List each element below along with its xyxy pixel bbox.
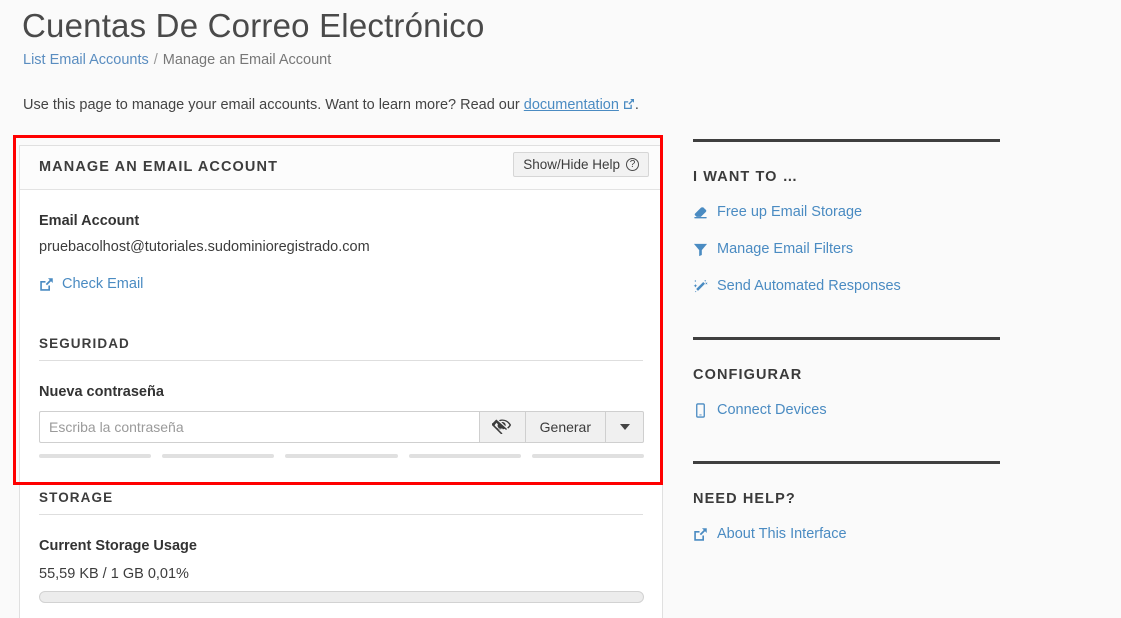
new-password-input[interactable] [39, 411, 479, 443]
sidebar-divider [693, 337, 1000, 340]
new-password-label: Nueva contraseña [39, 384, 164, 400]
sidebar-item-free-up-email-storage[interactable]: Free up Email Storage [693, 202, 1000, 222]
show-hide-help-button[interactable]: Show/Hide Help ? [513, 152, 649, 177]
current-storage-usage-label: Current Storage Usage [39, 538, 197, 554]
strength-segment [408, 454, 521, 458]
breadcrumb-separator: / [153, 52, 158, 68]
sidebar-item-connect-devices[interactable]: Connect Devices [693, 400, 1000, 420]
sidebar-item-label[interactable]: Manage Email Filters [717, 239, 853, 259]
magic-wand-icon [693, 279, 708, 294]
toggle-password-visibility-button[interactable] [478, 411, 526, 443]
sidebar-group-configurar: CONFIGURAR Connect Devices [693, 337, 1000, 420]
page-root: Cuentas De Correo Electrónico List Email… [0, 0, 1121, 618]
chevron-down-icon [619, 424, 630, 430]
filter-icon [693, 242, 708, 257]
check-email-row: Check Email [39, 274, 643, 294]
sidebar-item-about-this-interface[interactable]: About This Interface [693, 524, 1000, 544]
manage-email-account-panel: MANAGE AN EMAIL ACCOUNT Show/Hide Help ?… [19, 145, 663, 618]
sidebar-item-manage-email-filters[interactable]: Manage Email Filters [693, 239, 1000, 259]
sidebar-item-label[interactable]: About This Interface [717, 524, 847, 544]
external-link-icon [39, 277, 54, 292]
external-link-icon [693, 527, 708, 542]
sidebar-item-send-automated-responses[interactable]: Send Automated Responses [693, 276, 1000, 296]
generate-password-label: Generar [539, 419, 591, 435]
show-hide-help-label: Show/Hide Help [523, 157, 620, 172]
sidebar-group-title: I WANT TO … [693, 169, 799, 185]
panel-spacer [39, 458, 643, 490]
sidebar-group-i-want-to: I WANT TO … Free up Email Storage Manage… [693, 139, 1000, 296]
panel-title: MANAGE AN EMAIL ACCOUNT [39, 159, 279, 175]
eye-slash-icon [487, 416, 513, 439]
intro-text: Use this page to manage your email accou… [23, 96, 639, 115]
password-strength-meter [39, 454, 645, 458]
sidebar: I WANT TO … Free up Email Storage Manage… [693, 139, 1000, 544]
storage-progress-bar [39, 591, 644, 603]
sidebar-item-label[interactable]: Send Automated Responses [717, 276, 901, 296]
password-input-group: Generar [39, 411, 644, 443]
sidebar-group-need-help: NEED HELP? About This Interface [693, 461, 1000, 544]
strength-segment [285, 454, 398, 458]
sidebar-group-title: CONFIGURAR [693, 367, 803, 383]
storage-section-title: STORAGE [39, 490, 643, 515]
security-section-title: SEGURIDAD [39, 336, 643, 361]
sidebar-group-title: NEED HELP? [693, 491, 796, 507]
panel-body: Email Account pruebacolhost@tutoriales.s… [20, 212, 662, 618]
strength-segment [39, 454, 152, 458]
sidebar-item-label[interactable]: Connect Devices [717, 400, 827, 420]
breadcrumb: List Email Accounts / Manage an Email Acco… [23, 51, 331, 70]
intro-text-before: Use this page to manage your email accou… [23, 97, 520, 113]
documentation-link[interactable]: documentation [524, 97, 619, 113]
current-storage-usage-value: 55,59 KB / 1 GB 0,01% [39, 566, 189, 582]
breadcrumb-current: Manage an Email Account [162, 52, 332, 68]
sidebar-item-label[interactable]: Free up Email Storage [717, 202, 862, 222]
mobile-device-icon [693, 402, 708, 418]
email-account-value: pruebacolhost@tutoriales.sudominioregist… [39, 239, 370, 255]
strength-segment [162, 454, 275, 458]
check-email-link[interactable]: Check Email [62, 274, 143, 294]
eraser-icon [693, 205, 708, 220]
generate-password-button[interactable]: Generar [525, 411, 606, 443]
generate-password-options-button[interactable] [606, 411, 644, 443]
question-circle-icon: ? [626, 158, 639, 171]
sidebar-divider [693, 139, 1000, 142]
panel-header: MANAGE AN EMAIL ACCOUNT Show/Hide Help ? [20, 146, 662, 190]
email-account-label: Email Account [39, 213, 140, 229]
breadcrumb-link-list-email-accounts[interactable]: List Email Accounts [23, 52, 149, 68]
sidebar-divider [693, 461, 1000, 464]
external-link-icon [623, 98, 635, 110]
page-title: Cuentas De Correo Electrónico [22, 7, 485, 44]
strength-segment [531, 454, 645, 458]
intro-text-after: . [634, 97, 639, 113]
